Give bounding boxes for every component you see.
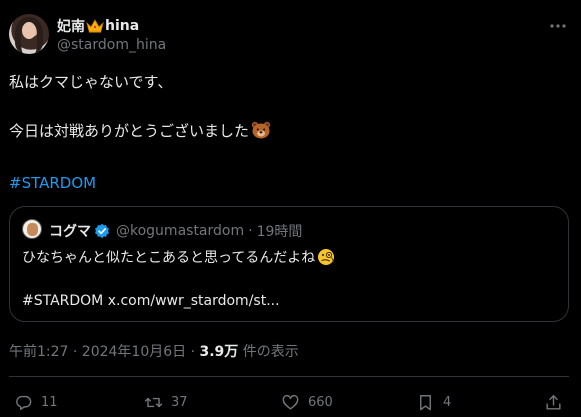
quote-avatar[interactable] <box>22 219 42 239</box>
retweet-button[interactable]: 37 <box>144 390 188 414</box>
quote-author-handle[interactable]: @kogumastardom <box>116 223 244 239</box>
author-display-name[interactable]: 妃南 hina <box>57 16 139 36</box>
author-name-part1: 妃南 <box>57 19 85 35</box>
tweet-line-2: 今日は対戦ありがとうございました <box>9 121 271 141</box>
views-label: 件の表示 <box>242 344 299 360</box>
avatar-face <box>22 22 36 39</box>
tweet-meta: 午前1:27 · 2024年10月6日 · 3.9万 件の表示 <box>9 341 299 361</box>
bookmark-button[interactable]: 4 <box>416 390 451 414</box>
share-icon <box>546 394 561 410</box>
author-name-part2: hina <box>105 18 140 34</box>
quote-author-name[interactable]: コグマ <box>49 221 91 241</box>
retweet-count: 37 <box>171 394 188 410</box>
retweet-icon <box>144 397 163 407</box>
tweet-hashtag[interactable]: #STARDOM <box>9 173 96 193</box>
more-icon[interactable] <box>548 16 568 36</box>
bookmark-icon <box>420 394 431 410</box>
like-icon <box>282 394 299 410</box>
share-button[interactable] <box>544 390 571 414</box>
quote-line-1: ひなちゃんと似たとこあると思ってるんだよね <box>22 248 335 268</box>
bookmark-count: 4 <box>443 394 452 410</box>
quote-hashtag[interactable]: #STARDOM <box>22 293 103 309</box>
quote-line-2: #STARDOM x.com/wwr_stardom/st... <box>22 292 280 311</box>
quote-header: コグマ @kogumastardom · 19時間 <box>49 221 302 241</box>
like-count: 660 <box>308 394 333 410</box>
quote-time[interactable]: 19時間 <box>257 221 303 241</box>
reply-button[interactable]: 11 <box>14 390 58 414</box>
like-button[interactable]: 660 <box>281 390 333 414</box>
author-handle[interactable]: @stardom_hina <box>57 37 166 53</box>
quote-separator: · <box>248 223 253 239</box>
tweet-timestamp[interactable]: 午前1:27 · 2024年10月6日 · <box>9 344 195 360</box>
action-bar: 11 37 660 4 <box>0 390 581 416</box>
views-count: 3.9万 <box>199 344 239 360</box>
reply-count: 11 <box>41 394 58 410</box>
tweet: 妃南 hina @stardom_hina 私はクマじゃないです、 今日は対戦あ… <box>0 0 581 417</box>
quote-line-1-text: ひなちゃんと似たとこあると思ってるんだよね <box>22 250 316 266</box>
thinking-emoji-icon <box>318 249 335 265</box>
tweet-line-1: 私はクマじゃないです、 <box>9 73 173 91</box>
bear-emoji-icon <box>251 121 271 139</box>
divider <box>9 376 569 377</box>
verified-icon <box>95 223 109 239</box>
tweet-line-2-text: 今日は対戦ありがとうございました <box>9 122 250 140</box>
quote-tweet-card[interactable]: コグマ @kogumastardom · 19時間 ひなちゃんと似たとこあると思… <box>9 206 569 322</box>
crown-icon <box>86 19 104 33</box>
author-avatar[interactable] <box>9 14 49 54</box>
reply-icon <box>16 395 32 410</box>
quote-avatar-face <box>27 223 38 236</box>
quote-link[interactable]: x.com/wwr_stardom/st... <box>108 293 280 309</box>
